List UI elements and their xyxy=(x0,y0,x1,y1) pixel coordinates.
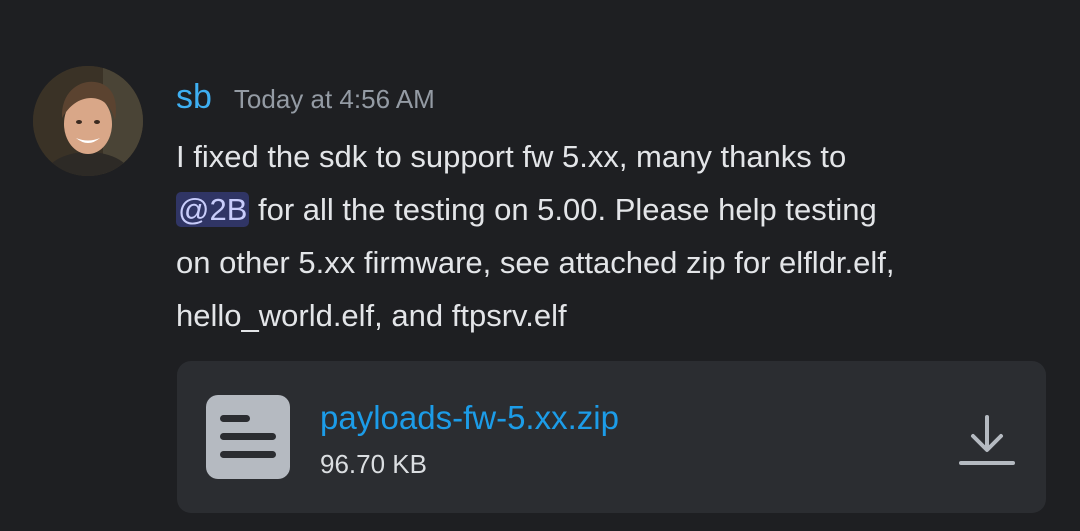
message-line: I fixed the sdk to support fw 5.xx, many… xyxy=(176,139,847,174)
file-attachment: payloads-fw-5.xx.zip 96.70 KB xyxy=(177,361,1046,513)
chat-message: sb Today at 4:56 AM I fixed the sdk to s… xyxy=(0,0,1080,531)
message-line: @2B for all the testing on 5.00. Please … xyxy=(176,183,1056,236)
attachment-filename-link[interactable]: payloads-fw-5.xx.zip xyxy=(320,399,619,437)
download-icon[interactable] xyxy=(957,409,1017,469)
username[interactable]: sb xyxy=(176,78,212,117)
message-line: hello_world.elf, and ftpsrv.elf xyxy=(176,298,567,333)
attachment-filesize: 96.70 KB xyxy=(320,449,427,479)
timestamp[interactable]: Today at 4:56 AM xyxy=(234,84,435,115)
document-icon xyxy=(206,395,290,479)
message-header: sb Today at 4:56 AM xyxy=(176,78,435,122)
message-line: on other 5.xx firmware, see attached zip… xyxy=(176,245,895,280)
user-mention[interactable]: @2B xyxy=(176,192,250,227)
message-content: I fixed the sdk to support fw 5.xx, many… xyxy=(176,130,1056,342)
message-text: for all the testing on 5.00. Please help… xyxy=(249,192,877,227)
avatar[interactable] xyxy=(33,66,143,176)
avatar-photo xyxy=(33,66,143,176)
